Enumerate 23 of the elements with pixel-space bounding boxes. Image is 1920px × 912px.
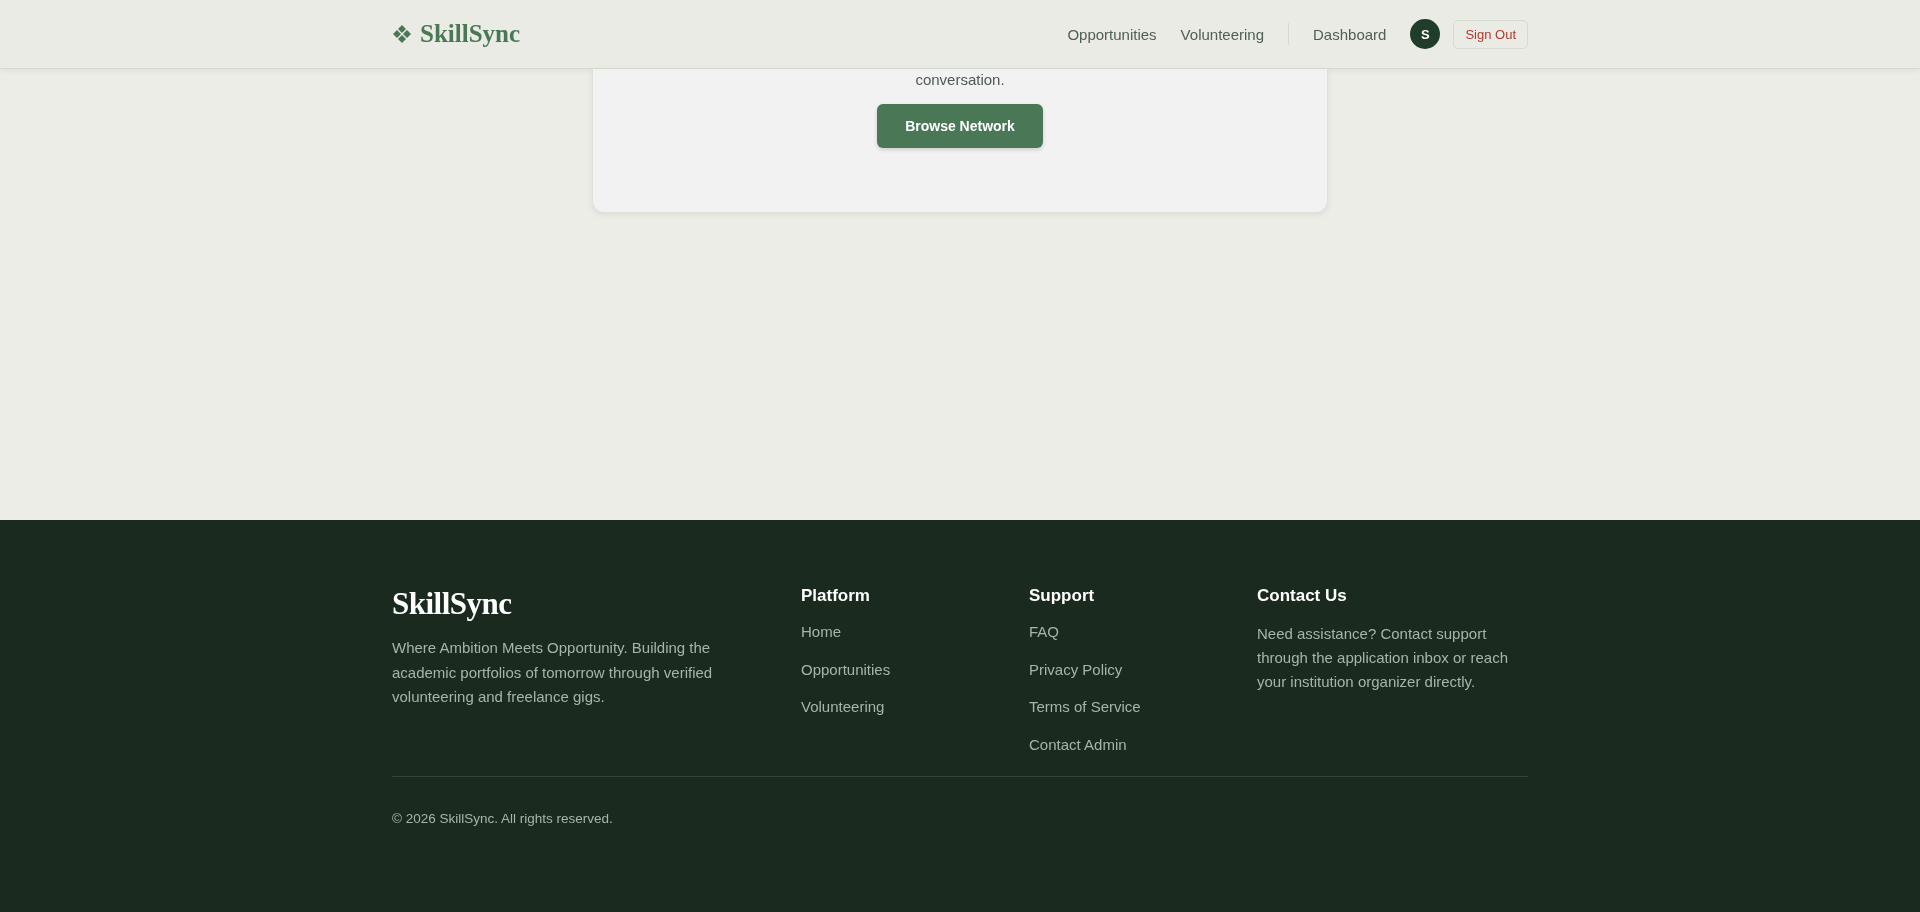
footer-link[interactable]: FAQ bbox=[1029, 622, 1059, 642]
footer-heading: Contact Us bbox=[1257, 586, 1347, 606]
footer-link[interactable]: Privacy Policy bbox=[1029, 659, 1123, 680]
sign-out-button[interactable]: Sign Out bbox=[1453, 19, 1528, 49]
footer-link[interactable]: Terms of Service bbox=[1029, 697, 1141, 717]
avatar[interactable]: S bbox=[1410, 19, 1441, 49]
footer-logo: SkillSync bbox=[392, 586, 513, 622]
nav-link[interactable]: Opportunities bbox=[1067, 25, 1157, 43]
footer-heading: Support bbox=[1029, 586, 1095, 606]
footer-tagline: Where Ambition Meets Opportunity. Building the academic portfolios of tomorrow through verified volunteering and freelance gigs. bbox=[392, 638, 714, 707]
footer-link[interactable]: Contact Admin bbox=[1029, 734, 1127, 755]
footer-link[interactable]: Volunteering bbox=[801, 697, 885, 717]
nav-link[interactable]: Dashboard bbox=[1313, 25, 1387, 43]
logo-link[interactable]: SkillSync bbox=[392, 20, 521, 48]
footer-link[interactable]: Opportunities bbox=[801, 659, 891, 680]
card-text: conversation. bbox=[915, 71, 1005, 88]
diamond-logo-icon bbox=[392, 24, 412, 44]
contact-text: Need assistance? Contact support through the application inbox or reach your institution organizer directly. bbox=[1257, 624, 1509, 692]
footer-heading: Platform bbox=[801, 586, 870, 606]
browse-network-button[interactable]: Browse Network bbox=[877, 104, 1043, 148]
copyright-text: © 2026 SkillSync. All rights reserved. bbox=[392, 811, 614, 826]
footer-link[interactable]: Home bbox=[801, 622, 841, 642]
nav-link[interactable]: Volunteering bbox=[1180, 25, 1264, 43]
